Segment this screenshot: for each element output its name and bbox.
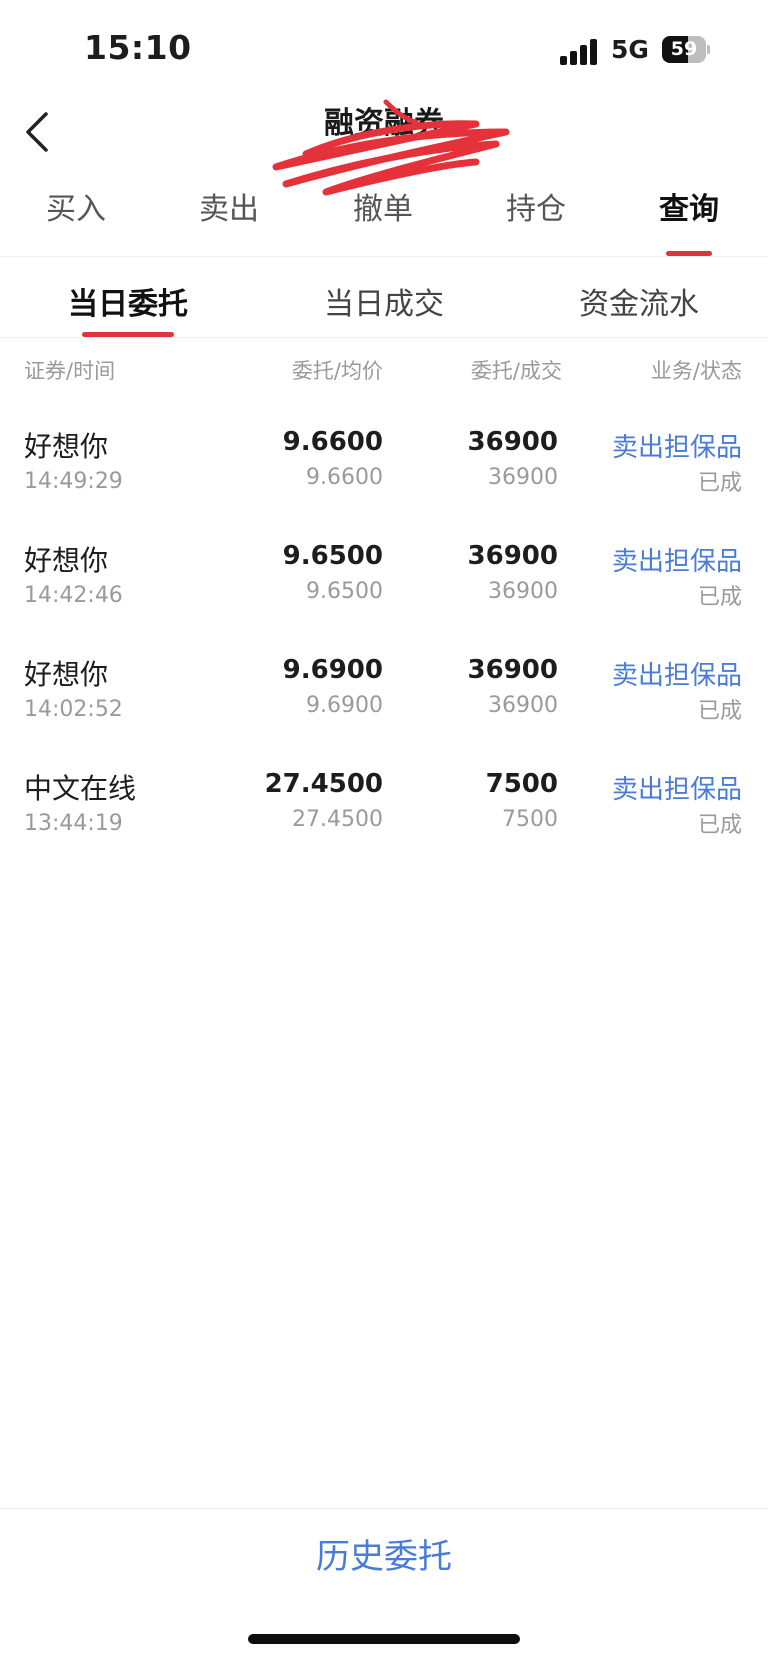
col-security-time: 证券/时间 — [24, 359, 116, 383]
battery-percent: 59 — [670, 38, 698, 60]
redaction-scribble — [272, 99, 510, 196]
order-status: 已成 — [697, 813, 742, 838]
subtab-fund-flow[interactable]: 资金流水 — [539, 279, 739, 337]
filled-qty: 36900 — [488, 693, 558, 718]
tab-positions-label: 持仓 — [506, 192, 566, 227]
subtab-today-orders[interactable]: 当日委托 — [28, 279, 228, 337]
filled-qty: 36900 — [488, 579, 558, 604]
business-type: 卖出担保品 — [611, 547, 742, 577]
subtab-today-trades-label: 当日成交 — [324, 287, 444, 322]
avg-price: 27.4500 — [292, 807, 383, 832]
bottom-bar: 历史委托 — [0, 1508, 768, 1599]
table-row[interactable]: 好想你 14:02:52 9.6900 9.6900 36900 36900 卖… — [0, 653, 768, 767]
business-type: 卖出担保品 — [611, 661, 742, 691]
subtab-today-orders-label: 当日委托 — [68, 287, 188, 322]
tab-cancel-label: 撤单 — [353, 192, 413, 227]
order-price: 9.6600 — [282, 427, 383, 457]
filled-qty: 7500 — [502, 807, 558, 832]
subtab-fund-flow-label: 资金流水 — [579, 287, 699, 322]
business-type: 卖出担保品 — [611, 433, 742, 463]
order-price: 27.4500 — [264, 769, 383, 799]
table-header: 证券/时间 委托/均价 委托/成交 业务/状态 — [0, 355, 768, 387]
table-row[interactable]: 中文在线 13:44:19 27.4500 27.4500 7500 7500 … — [0, 767, 768, 881]
business-type: 卖出担保品 — [611, 775, 742, 805]
order-status: 已成 — [697, 471, 742, 496]
col-qty-filled: 委托/成交 — [470, 359, 562, 383]
tab-buy-label: 买入 — [46, 192, 106, 227]
order-time: 14:49:29 — [24, 469, 123, 494]
status-time: 15:10 — [84, 28, 192, 67]
tab-sell-label: 卖出 — [199, 192, 259, 227]
history-orders-button[interactable]: 历史委托 — [0, 1529, 768, 1578]
filled-qty: 36900 — [488, 465, 558, 490]
order-qty: 7500 — [485, 769, 558, 799]
order-qty: 36900 — [467, 427, 558, 457]
col-biz-status: 业务/状态 — [650, 359, 742, 383]
subtab-today-trades[interactable]: 当日成交 — [284, 279, 484, 337]
active-tab-indicator — [666, 251, 712, 256]
tab-positions[interactable]: 持仓 — [481, 190, 591, 256]
order-status: 已成 — [697, 585, 742, 610]
network-type: 5G — [611, 35, 649, 64]
main-tab-bar: 买入 卖出 撤单 持仓 查询 — [0, 190, 768, 257]
order-qty: 36900 — [467, 655, 558, 685]
table-row[interactable]: 好想你 14:49:29 9.6600 9.6600 36900 36900 卖… — [0, 425, 768, 539]
tab-cancel[interactable]: 撤单 — [328, 190, 438, 256]
battery-icon: 59 — [662, 36, 710, 63]
avg-price: 9.6900 — [306, 693, 383, 718]
order-time: 14:02:52 — [24, 697, 123, 722]
order-time: 14:42:46 — [24, 583, 123, 608]
tab-buy[interactable]: 买入 — [21, 190, 131, 256]
security-name: 好想你 — [24, 544, 109, 577]
col-price-avg: 委托/均价 — [291, 359, 383, 383]
table-row[interactable]: 好想你 14:42:46 9.6500 9.6500 36900 36900 卖… — [0, 539, 768, 653]
cellular-signal-icon — [560, 37, 602, 65]
avg-price: 9.6500 — [306, 579, 383, 604]
active-subtab-indicator — [82, 332, 174, 337]
order-price: 9.6900 — [282, 655, 383, 685]
home-indicator[interactable] — [248, 1634, 520, 1644]
tab-sell[interactable]: 卖出 — [174, 190, 284, 256]
sub-tab-bar: 当日委托 当日成交 资金流水 — [0, 257, 768, 338]
order-qty: 36900 — [467, 541, 558, 571]
security-name: 中文在线 — [24, 772, 137, 805]
order-price: 9.6500 — [282, 541, 383, 571]
security-name: 好想你 — [24, 430, 109, 463]
tab-query-label: 查询 — [659, 192, 719, 227]
order-time: 13:44:19 — [24, 811, 123, 836]
avg-price: 9.6600 — [306, 465, 383, 490]
status-bar: 15:10 5G 59 — [0, 0, 768, 92]
order-status: 已成 — [697, 699, 742, 724]
security-name: 好想你 — [24, 658, 109, 691]
screen: 15:10 5G 59 融资融券 买入 卖出 撤单 持仓 查询 当日委托 当日成… — [0, 0, 768, 1663]
tab-query[interactable]: 查询 — [634, 190, 744, 256]
